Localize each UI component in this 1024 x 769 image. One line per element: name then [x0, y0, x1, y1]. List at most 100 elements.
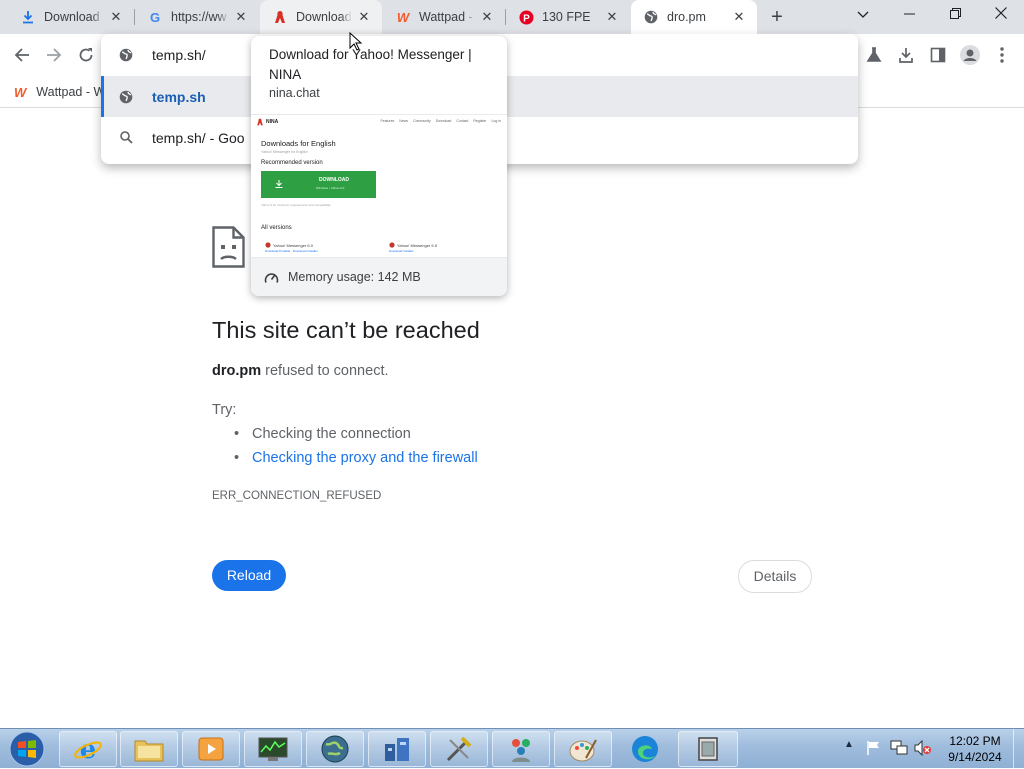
thumb-version-name: Yahoo! Messenger 6.0	[273, 242, 313, 248]
taskbar-app-ie[interactable]: e	[59, 731, 117, 767]
proxy-firewall-link[interactable]: Checking the proxy and the firewall	[252, 450, 478, 466]
download-icon	[899, 48, 913, 63]
taskbar-app-task-manager[interactable]	[244, 731, 302, 767]
avatar-icon	[960, 45, 980, 65]
side-panel-button[interactable]	[924, 41, 952, 69]
details-button[interactable]: Details	[738, 560, 812, 593]
thumb-version: Yahoo! Messenger 5.5	[389, 242, 437, 248]
thumb-version: Yahoo! Messenger 6.0	[265, 242, 313, 248]
tab-google[interactable]: G https://ww ✕	[135, 0, 259, 34]
thumb-download-label: DOWNLOAD	[319, 177, 349, 183]
close-icon[interactable]: ✕	[479, 9, 495, 25]
restore-button[interactable]	[932, 0, 978, 30]
show-desktop-button[interactable]	[1013, 729, 1024, 769]
taskbar-app-explorer[interactable]	[120, 731, 178, 767]
thumb-recommended: Recommended version	[261, 160, 323, 166]
taskbar-app-media-player[interactable]	[182, 731, 240, 767]
taskbar-app-window[interactable]	[678, 731, 738, 767]
tab-download[interactable]: Download ✕	[8, 0, 134, 34]
forward-button[interactable]	[40, 41, 68, 69]
suggestion-item: • Checking the proxy and the firewall	[234, 450, 478, 466]
clock-time: 12:02 PM	[949, 734, 1001, 748]
tab-nina[interactable]: Download ✕	[260, 0, 382, 34]
paint-icon	[569, 739, 597, 762]
taskbar-app-network[interactable]	[368, 731, 426, 767]
close-icon[interactable]: ✕	[108, 9, 124, 25]
back-button[interactable]	[8, 41, 36, 69]
thumb-version-sub: Download Installer	[389, 249, 414, 253]
error-domain: dro.pm	[212, 363, 262, 379]
tab-wattpad[interactable]: W Wattpad - ✕	[383, 0, 505, 34]
thumb-nav-item: News	[399, 119, 409, 123]
flag-icon[interactable]	[866, 740, 882, 756]
google-icon: G	[149, 9, 161, 25]
hover-card-title: Download for Yahoo! Messenger | NINA	[269, 47, 472, 82]
taskbar-app-users[interactable]	[492, 731, 550, 767]
wattpad-icon: W	[14, 84, 27, 100]
extensions-button[interactable]	[860, 41, 888, 69]
thumb-nav-item: Download	[435, 119, 452, 123]
thumb-nav-item: Community	[413, 119, 431, 123]
speedometer-icon	[264, 272, 279, 283]
suggestion-item: • Checking the connection	[234, 426, 411, 442]
thumb-download-button: DOWNLOAD Windows • Yahoo 6.0	[261, 171, 376, 198]
tab-title: Download	[296, 10, 352, 24]
sad-page-icon	[212, 226, 245, 268]
network-tray-icon[interactable]	[890, 740, 908, 756]
clock[interactable]: 12:02 PM 9/14/2024	[940, 733, 1010, 765]
refresh-icon	[79, 48, 93, 62]
wattpad-icon: W	[396, 9, 410, 25]
close-icon[interactable]: ✕	[731, 9, 747, 25]
back-arrow-icon	[14, 48, 29, 62]
taskbar-app-edge[interactable]	[616, 731, 674, 767]
close-icon[interactable]: ✕	[604, 9, 620, 25]
bookmark-label: Wattpad - W	[36, 85, 106, 99]
taskbar-app-globe[interactable]	[306, 731, 364, 767]
tab-search-button[interactable]	[840, 0, 886, 30]
yahoo-icon	[389, 242, 395, 248]
taskbar-app-paint[interactable]	[554, 731, 612, 767]
chevron-down-icon	[857, 11, 869, 18]
start-button[interactable]	[2, 730, 52, 768]
window-icon	[698, 737, 718, 761]
volume-muted-icon[interactable]	[914, 740, 932, 756]
kebab-menu-icon	[1000, 47, 1004, 63]
show-hidden-icons-button[interactable]: ▲	[844, 739, 854, 750]
selection-indicator	[101, 76, 104, 117]
thumb-nav-item: Log in	[491, 119, 501, 123]
tab-title: 130 FPE	[542, 10, 591, 24]
error-message: dro.pm refused to connect.	[212, 363, 389, 379]
minimize-button[interactable]	[886, 0, 932, 30]
tab-dropm[interactable]: dro.pm ✕	[631, 0, 757, 34]
tab-hover-card: Download for Yahoo! Messenger | NINA nin…	[251, 36, 507, 296]
close-window-button[interactable]	[978, 0, 1024, 30]
close-icon[interactable]: ✕	[356, 9, 372, 25]
reload-page-button[interactable]	[72, 41, 100, 69]
side-panel-icon	[930, 47, 946, 63]
bullet-icon: •	[234, 426, 240, 442]
try-label: Try:	[212, 402, 237, 418]
close-icon[interactable]: ✕	[233, 9, 249, 25]
download-icon	[275, 180, 283, 188]
bookmark-item[interactable]: W Wattpad - W	[14, 82, 105, 102]
edge-icon	[632, 736, 658, 762]
omnibox-input-value: temp.sh/	[152, 46, 206, 63]
profile-button[interactable]	[956, 41, 984, 69]
new-tab-button[interactable]: +	[766, 6, 788, 28]
explorer-icon	[134, 740, 164, 762]
hover-card-domain: nina.chat	[269, 86, 320, 100]
thumb-subheading: Yahoo! Messenger for English	[261, 150, 308, 154]
ie-icon: e	[74, 735, 102, 764]
hover-card-footer: Memory usage: 142 MB	[251, 258, 507, 296]
taskbar-app-tools[interactable]	[430, 731, 488, 767]
downloads-button[interactable]	[892, 41, 920, 69]
tab-title: dro.pm	[667, 10, 706, 24]
error-heading: This site can’t be reached	[212, 317, 480, 343]
windows-start-icon	[9, 731, 45, 767]
media-player-icon	[198, 737, 224, 761]
tab-pinterest[interactable]: P 130 FPE ✕	[506, 0, 630, 34]
pinterest-icon: P	[518, 9, 534, 25]
menu-button[interactable]	[988, 41, 1016, 69]
reload-button[interactable]: Reload	[212, 560, 286, 591]
thumb-brand: NINA	[266, 119, 279, 125]
